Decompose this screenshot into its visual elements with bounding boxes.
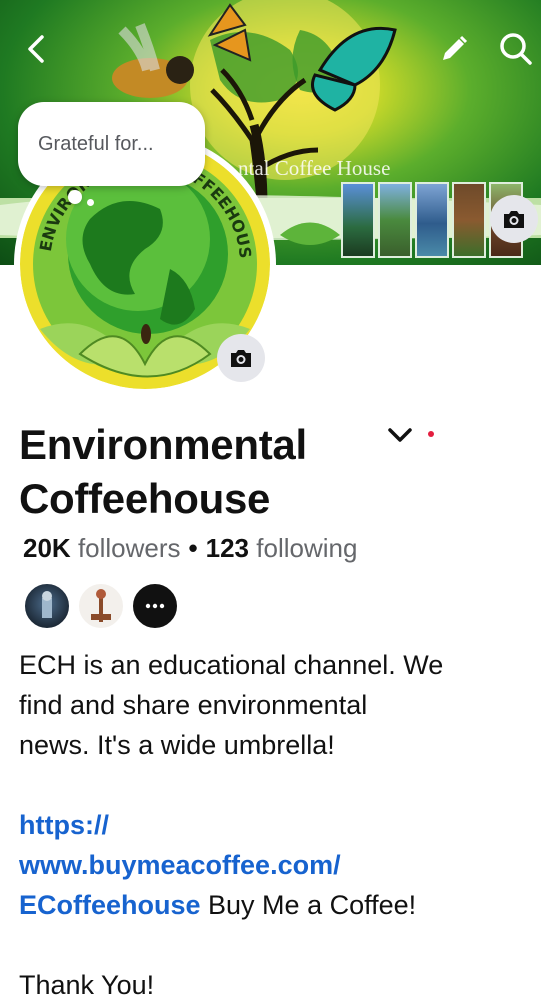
bubble-tail — [87, 199, 94, 206]
following-link[interactable]: 123 following — [206, 533, 358, 563]
bio-line: find and share environmental — [19, 690, 368, 720]
pencil-icon — [443, 35, 468, 60]
buymeacoffee-link[interactable]: www.buymeacoffee.com/ — [19, 850, 341, 880]
notification-dot — [428, 431, 434, 437]
followers-label: followers — [77, 533, 181, 563]
bio-line: news. It's a wide umbrella! — [19, 730, 335, 760]
bio-closing: Thank You! — [19, 970, 155, 1000]
bio-link-line: ECoffeehouse Buy Me a Coffee! — [19, 885, 534, 925]
search-icon — [500, 33, 532, 65]
bio: ECH is an educational channel. We find a… — [19, 645, 534, 1005]
camera-icon — [504, 211, 524, 228]
buymeacoffee-link[interactable]: https:// — [19, 810, 109, 840]
bio-line: ECH is an educational channel. We — [19, 650, 444, 680]
cover-photo-tile — [415, 182, 449, 258]
cover-photo-tile — [341, 182, 375, 258]
bio-link-suffix: Buy Me a Coffee! — [200, 890, 417, 920]
page-title-line1: Environmental — [19, 421, 307, 468]
avatar — [91, 589, 111, 622]
follower-avatar[interactable] — [77, 582, 125, 630]
status-note-bubble[interactable]: Grateful for... — [18, 102, 205, 186]
avatar — [42, 591, 52, 618]
bubble-tail — [68, 190, 82, 204]
bio-link-line: www.buymeacoffee.com/ — [19, 845, 534, 885]
follow-stats: 20K followers • 123 following — [23, 533, 357, 564]
stats-separator: • — [188, 533, 198, 563]
chevron-down-icon[interactable] — [386, 424, 414, 448]
follower-avatar[interactable] — [23, 582, 71, 630]
status-note-text: Grateful for... — [38, 132, 154, 155]
bio-link-line: https:// — [19, 805, 534, 845]
bio-spacer — [19, 925, 534, 965]
chevron-left-icon — [28, 35, 44, 63]
cover-photo-tile — [378, 182, 412, 258]
edit-button[interactable] — [432, 24, 476, 74]
back-button[interactable] — [14, 24, 58, 74]
buymeacoffee-link[interactable]: ECoffeehouse — [19, 890, 201, 920]
followers-link[interactable]: 20K followers — [23, 533, 181, 563]
followers-count: 20K — [23, 533, 71, 563]
page-title: Environmental Coffeehouse — [19, 418, 379, 526]
bio-spacer — [19, 765, 534, 805]
page-title-line2: Coffeehouse — [19, 475, 271, 522]
following-count: 123 — [205, 533, 250, 563]
following-label: following — [256, 533, 358, 563]
cover-photo-tile — [452, 182, 486, 258]
edit-profile-picture-button[interactable] — [217, 334, 265, 382]
search-button[interactable] — [494, 24, 538, 74]
edit-cover-photo-button[interactable] — [490, 195, 538, 243]
cover-caption: ntal Coffee House — [238, 156, 391, 180]
camera-icon — [231, 350, 251, 367]
more-followers-button[interactable] — [131, 582, 179, 630]
more-dots-icon — [145, 603, 165, 609]
